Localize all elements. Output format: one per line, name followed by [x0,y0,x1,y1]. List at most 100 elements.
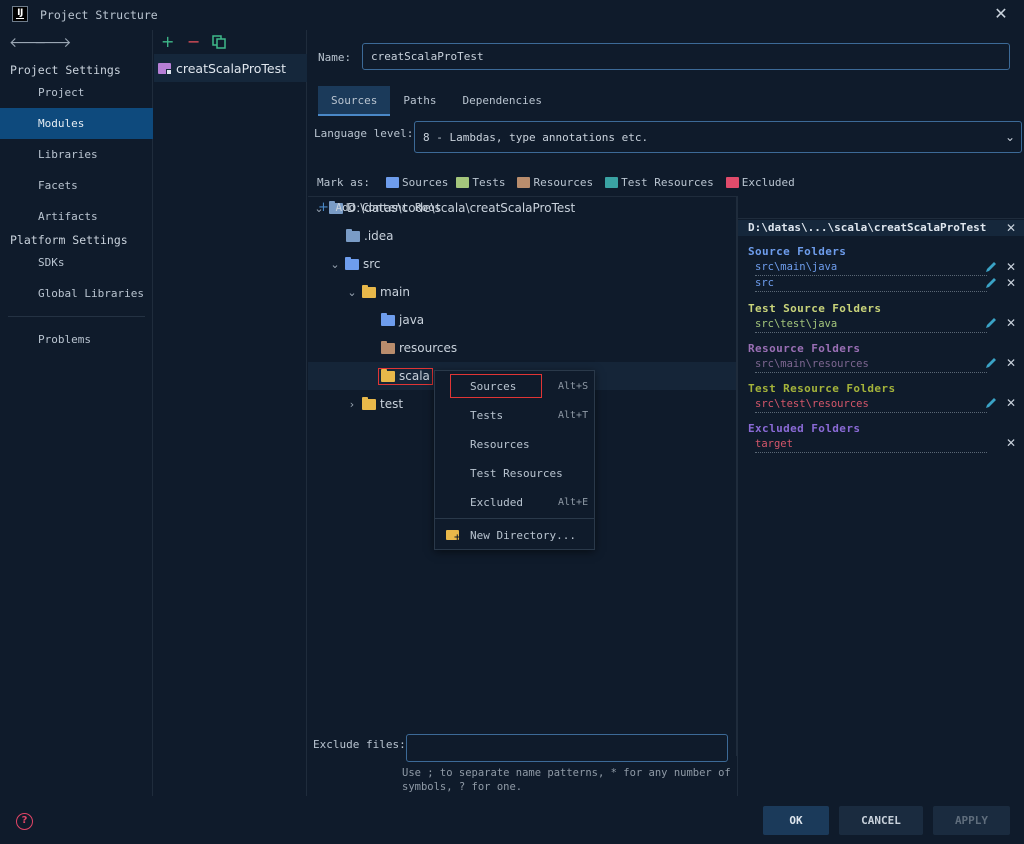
edit-pencil-icon[interactable] [984,276,998,290]
remove-icon[interactable]: ✕ [1006,436,1016,450]
folder-icon [362,284,376,298]
menu-item-new-directory[interactable]: + New Directory... [435,521,594,550]
exclude-files-hint: Use ; to separate name patterns, * for a… [402,767,731,793]
test-resources-folder-icon [605,176,619,188]
sidebar-item-modules[interactable]: Modules [0,108,153,139]
chevron-down-icon[interactable]: ⌄ [345,286,359,299]
cancel-button[interactable]: CANCEL [839,806,923,835]
resources-folder-icon [381,340,395,354]
tree-node-idea[interactable]: .idea [308,222,736,250]
shortcut-label: Alt+T [558,410,589,421]
remove-icon[interactable]: ✕ [1006,260,1016,274]
intellij-logo-icon: IJ [12,6,28,22]
help-icon[interactable]: ? [16,813,33,830]
context-menu: Sources Alt+S Tests Alt+T Resources Test R… [434,370,595,550]
edit-pencil-icon[interactable] [984,260,998,274]
forward-arrow-icon[interactable]: 🡒 [34,34,72,51]
mark-test-resources-button[interactable]: Test Resources [605,176,714,189]
menu-item-test-resources[interactable]: Test Resources [435,459,594,488]
resource-folders-heading: Resource Folders [748,342,861,355]
edit-pencil-icon[interactable] [984,356,998,370]
folder-icon [381,368,395,382]
content-roots-panel: D:\datas\...\scala\creatScalaProTest ✕ S… [738,196,1024,726]
sidebar-item-global-libraries[interactable]: Global Libraries [0,278,153,309]
copy-icon[interactable] [212,35,226,49]
divider [8,316,145,317]
tab-dependencies[interactable]: Dependencies [449,86,554,116]
source-folders-heading: Source Folders [748,245,847,258]
project-settings-heading: Project Settings [10,63,121,77]
window-title: Project Structure [40,8,158,22]
chevron-down-icon: ⌄ [1004,130,1015,144]
source-folder-icon [381,312,395,326]
mark-resources-button[interactable]: Resources [517,176,593,189]
tree-node-src[interactable]: ⌄ src [308,250,736,278]
chevron-right-icon[interactable]: › [345,398,359,411]
menu-item-resources[interactable]: Resources [435,430,594,459]
tab-sources[interactable]: Sources [318,86,391,116]
sidebar-item-project[interactable]: Project [0,77,153,108]
tests-folder-icon [456,176,470,188]
settings-sidebar: 🡐 🡒 Project Settings Project Modules Lib… [0,30,153,796]
resource-folder-item: src\main\resources [755,357,987,373]
language-level-select[interactable]: 8 - Lambdas, type annotations etc. ⌄ [414,121,1022,153]
add-icon[interactable]: + [161,32,174,51]
apply-button[interactable]: APPLY [933,806,1010,835]
mark-tests-button[interactable]: Tests [456,176,505,189]
test-source-folders-heading: Test Source Folders [748,302,882,315]
shortcut-label: Alt+E [558,497,589,508]
source-folder-item: src [755,276,987,292]
exclude-files-input[interactable] [406,734,728,762]
chevron-down-icon[interactable]: ⌄ [328,258,342,271]
sources-folder-icon [385,176,399,188]
tab-bar: Sources Paths Dependencies [318,86,555,116]
mark-sources-button[interactable]: Sources [385,176,448,189]
excluded-folder-icon [725,176,739,188]
highlight-box: scala [378,367,433,385]
menu-item-sources[interactable]: Sources Alt+S [435,372,594,401]
edit-pencil-icon[interactable] [984,396,998,410]
sidebar-item-artifacts[interactable]: Artifacts [0,201,153,232]
remove-icon[interactable]: ✕ [1006,276,1016,290]
tree-node-resources[interactable]: resources [308,334,736,362]
tree-node-java[interactable]: java [308,306,736,334]
edit-pencil-icon[interactable] [984,316,998,330]
close-icon[interactable]: ✕ [992,4,1010,24]
resources-folder-icon [517,176,531,188]
module-list: + − creatScalaProTest [154,30,307,796]
remove-icon[interactable]: ✕ [1006,316,1016,330]
source-folder-icon [345,256,359,270]
name-label: Name: [318,51,352,64]
new-folder-icon: + [446,530,461,543]
mark-excluded-button[interactable]: Excluded [725,176,795,189]
remove-icon[interactable]: ✕ [1006,356,1016,370]
sidebar-item-sdks[interactable]: SDKs [0,247,153,278]
divider [737,196,738,796]
add-content-root-button[interactable]: + Add Content Root [318,200,442,215]
title-bar: IJ Project Structure ✕ [0,0,1024,30]
menu-item-tests[interactable]: Tests Alt+T [435,401,594,430]
divider [738,218,1024,219]
sidebar-item-facets[interactable]: Facets [0,170,153,201]
remove-icon[interactable]: ✕ [1006,396,1016,410]
shortcut-label: Alt+S [558,381,589,392]
tab-paths[interactable]: Paths [390,86,449,116]
test-source-folder-item: src\test\java [755,317,987,333]
language-level-label: Language level: [314,127,414,140]
mark-as-toolbar: Mark as: Sources Tests Resources Test Re… [308,168,1024,196]
remove-root-icon[interactable]: ✕ [1006,221,1016,235]
exclude-files-label: Exclude files: [313,738,406,751]
ok-button[interactable]: OK [763,806,829,835]
module-item[interactable]: creatScalaProTest [154,54,307,82]
add-icon: + [318,200,329,215]
folder-icon [362,396,376,410]
folder-icon [346,228,360,242]
module-folder-icon [158,62,172,75]
tree-node-main[interactable]: ⌄ main [308,278,736,306]
name-field[interactable]: creatScalaProTest [362,43,1010,70]
menu-item-excluded[interactable]: Excluded Alt+E [435,488,594,517]
sidebar-item-libraries[interactable]: Libraries [0,139,153,170]
sidebar-item-problems[interactable]: Problems [0,324,153,355]
menu-separator [435,518,594,519]
remove-icon[interactable]: − [187,32,200,51]
